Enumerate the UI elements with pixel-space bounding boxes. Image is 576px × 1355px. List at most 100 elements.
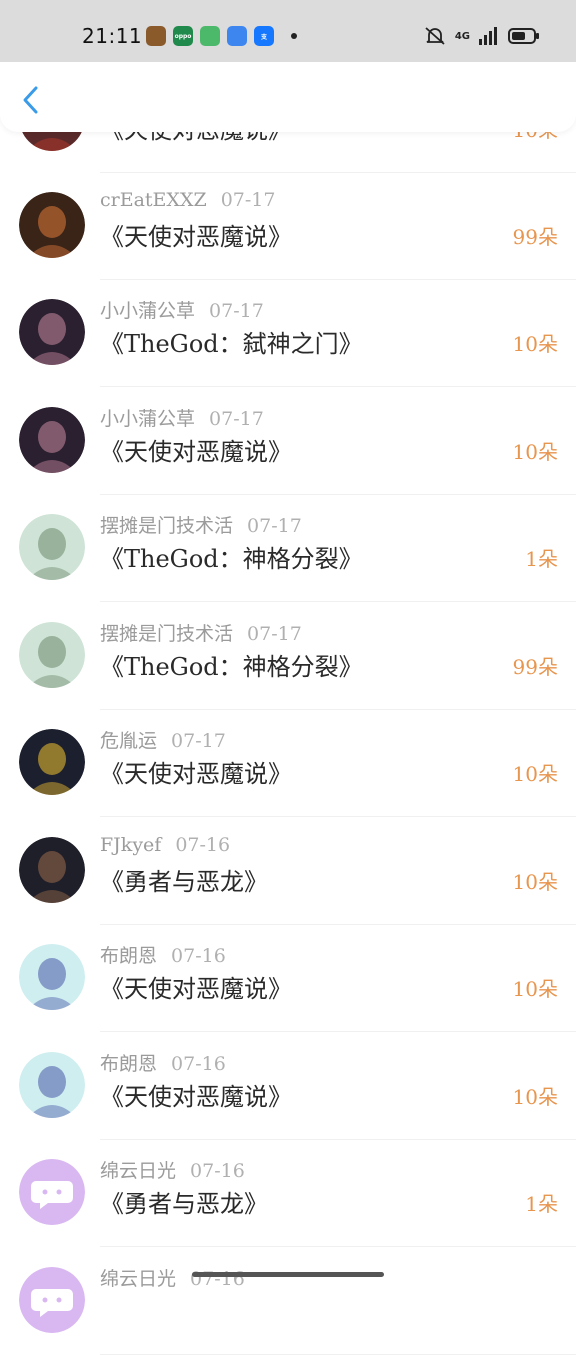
gift-record-row[interactable]: 摆摊是门技术活 07-17 《TheGod：神格分裂》 1朵 xyxy=(0,495,576,602)
gift-record-row[interactable]: 布朗恩 07-16 《天使对恶魔说》 10朵 xyxy=(0,1033,576,1140)
network-type: 4G xyxy=(454,30,470,42)
gift-record-row[interactable]: 小小蒲公草 07-17 《TheGod：弑神之门》 10朵 xyxy=(0,280,576,387)
user-avatar[interactable] xyxy=(19,837,85,903)
book-title[interactable]: 《天使对恶魔说》 xyxy=(100,969,292,1004)
status-time: 21:11 xyxy=(82,24,143,48)
flower-count: 10朵 xyxy=(512,762,558,786)
user-avatar[interactable] xyxy=(19,514,85,580)
avatar-photo xyxy=(19,299,85,365)
gift-record-row[interactable]: FJkyef 07-16 《勇者与恶龙》 10朵 xyxy=(0,818,576,925)
user-avatar[interactable] xyxy=(19,299,85,365)
record-meta: 布朗恩 07-16 xyxy=(100,941,226,968)
username[interactable]: 小小蒲公草 xyxy=(100,300,195,322)
record-meta: 绵云日光 07-16 xyxy=(100,1156,245,1183)
avatar-photo xyxy=(19,1052,85,1118)
record-meta: FJkyef 07-16 xyxy=(100,834,230,856)
record-meta: 摆摊是门技术活 07-17 xyxy=(100,511,302,538)
mute-bell-icon xyxy=(425,27,445,45)
flower-count: 10朵 xyxy=(512,440,558,464)
avatar-photo xyxy=(19,514,85,580)
record-date: 07-17 xyxy=(171,730,226,752)
row-divider xyxy=(100,816,576,817)
book-title[interactable]: 《天使对恶魔说》 xyxy=(100,754,292,789)
username[interactable]: FJkyef xyxy=(100,834,161,856)
username[interactable]: 绵云日光 xyxy=(100,1160,176,1182)
flower-count: 1朵 xyxy=(525,547,558,571)
username[interactable]: 布朗恩 xyxy=(100,945,157,967)
flower-count: 10朵 xyxy=(512,977,558,1001)
username[interactable]: 危胤运 xyxy=(100,730,157,752)
record-date: 07-16 xyxy=(190,1160,245,1182)
page-header xyxy=(0,62,576,132)
flower-count: 10朵 xyxy=(512,870,558,894)
username[interactable]: crEatEXXZ xyxy=(100,189,207,211)
gift-record-row[interactable]: 布朗恩 07-16 《天使对恶魔说》 10朵 xyxy=(0,925,576,1032)
book-title[interactable]: 《TheGod：弑神之门》 xyxy=(100,324,363,359)
book-title[interactable]: 《TheGod：神格分裂》 xyxy=(100,647,363,682)
row-divider xyxy=(100,601,576,602)
user-avatar[interactable] xyxy=(19,407,85,473)
record-meta: 小小蒲公草 07-17 xyxy=(100,404,264,431)
signal-icon xyxy=(479,27,497,45)
book-title[interactable]: 《勇者与恶龙》 xyxy=(100,1184,268,1219)
record-date: 07-17 xyxy=(247,623,302,645)
record-date: 07-17 xyxy=(209,408,264,430)
row-divider xyxy=(100,386,576,387)
notification-dot xyxy=(291,33,297,39)
default-avatar-icon xyxy=(19,1267,85,1333)
flower-count: 99朵 xyxy=(512,655,558,679)
book-title[interactable]: 《勇者与恶龙》 xyxy=(100,862,268,897)
user-avatar[interactable] xyxy=(19,1052,85,1118)
flower-count: 10朵 xyxy=(512,1085,558,1109)
record-meta: 小小蒲公草 07-17 xyxy=(100,296,264,323)
username[interactable]: 布朗恩 xyxy=(100,1053,157,1075)
home-indicator[interactable] xyxy=(192,1272,384,1277)
user-avatar[interactable] xyxy=(19,944,85,1010)
status-bar: 21:11 oppo 支 4G xyxy=(0,0,576,62)
gift-record-row[interactable]: 危胤运 07-17 《天使对恶魔说》 10朵 xyxy=(0,710,576,817)
book-title[interactable]: 《天使对恶魔说》 xyxy=(100,432,292,467)
android-app-icon xyxy=(200,26,220,46)
gift-record-row[interactable]: crEatEXXZ 07-17 《天使对恶魔说》 99朵 xyxy=(0,173,576,280)
record-meta: crEatEXXZ 07-17 xyxy=(100,189,275,211)
avatar-photo xyxy=(19,407,85,473)
cloud-app-icon xyxy=(227,26,247,46)
chevron-left-icon xyxy=(23,86,38,114)
user-avatar[interactable] xyxy=(19,729,85,795)
gift-record-row[interactable]: 小小蒲公草 07-17 《天使对恶魔说》 10朵 xyxy=(0,388,576,495)
oppo-app-icon: oppo xyxy=(173,26,193,46)
user-avatar[interactable] xyxy=(19,1267,85,1333)
row-divider xyxy=(100,1246,576,1247)
record-meta: 布朗恩 07-16 xyxy=(100,1049,226,1076)
alipay-app-icon: 支 xyxy=(254,26,274,46)
avatar-photo xyxy=(19,944,85,1010)
record-meta: 摆摊是门技术活 07-17 xyxy=(100,619,302,646)
user-avatar[interactable] xyxy=(19,192,85,258)
gift-record-row[interactable]: 绵云日光 07-16 xyxy=(0,1248,576,1355)
username[interactable]: 绵云日光 xyxy=(100,1268,176,1290)
user-avatar[interactable] xyxy=(19,1159,85,1225)
book-title[interactable]: 《TheGod：神格分裂》 xyxy=(100,539,363,574)
username[interactable]: 小小蒲公草 xyxy=(100,408,195,430)
avatar-photo xyxy=(19,622,85,688)
avatar-photo xyxy=(19,192,85,258)
gift-record-row[interactable]: 摆摊是门技术活 07-17 《TheGod：神格分裂》 99朵 xyxy=(0,603,576,710)
username[interactable]: 摆摊是门技术活 xyxy=(100,515,233,537)
avatar-photo xyxy=(19,729,85,795)
back-button[interactable] xyxy=(14,82,48,116)
status-indicators: 4G xyxy=(423,26,540,46)
book-title[interactable]: 《天使对恶魔说》 xyxy=(100,1077,292,1112)
record-meta: 危胤运 07-17 xyxy=(100,726,226,753)
gift-record-row[interactable]: 绵云日光 07-16 《勇者与恶龙》 1朵 xyxy=(0,1140,576,1247)
record-date: 07-16 xyxy=(171,945,226,967)
flower-count: 1朵 xyxy=(525,1192,558,1216)
record-date: 07-17 xyxy=(220,189,276,211)
status-app-icons: oppo 支 xyxy=(146,26,297,46)
record-date: 07-16 xyxy=(175,834,231,856)
record-date: 07-17 xyxy=(209,300,264,322)
user-avatar[interactable] xyxy=(19,622,85,688)
book-title[interactable]: 《天使对恶魔说》 xyxy=(100,217,292,252)
username[interactable]: 摆摊是门技术活 xyxy=(100,623,233,645)
battery-icon xyxy=(508,28,539,44)
avatar-photo xyxy=(19,837,85,903)
